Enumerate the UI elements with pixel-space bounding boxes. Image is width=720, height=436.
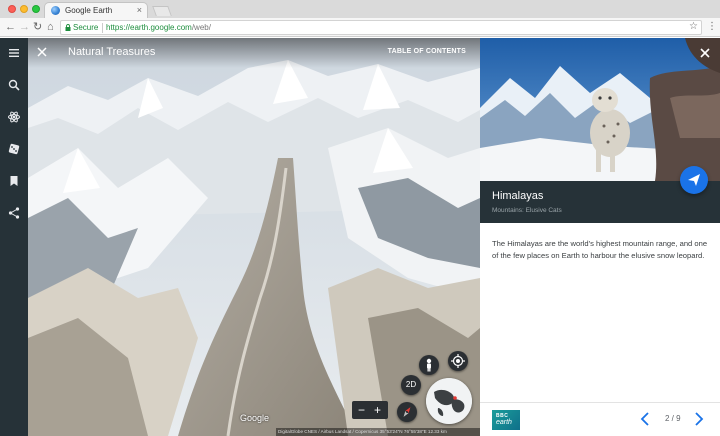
left-rail	[0, 38, 28, 436]
previous-page-chevron-icon[interactable]	[640, 412, 650, 426]
card-title: Himalayas	[492, 190, 544, 202]
google-earth-favicon-icon	[51, 6, 60, 15]
card-footer: BBC earth 2 / 9	[480, 402, 720, 436]
map-attribution: DigitalGlobe CNES / Airbus Landsat / Cop…	[276, 428, 480, 436]
fly-to-send-icon	[688, 174, 700, 186]
bookmark-icon[interactable]	[7, 174, 21, 188]
earth-map-view[interactable]: Natural Treasures TABLE OF CONTENTS 2D −…	[28, 38, 480, 436]
browser-tab-strip: Google Earth ×	[0, 0, 720, 18]
back-arrow-icon[interactable]: ←	[5, 19, 16, 35]
browser-tab[interactable]: Google Earth ×	[44, 2, 148, 18]
url-path: /web/	[191, 23, 211, 32]
menu-icon[interactable]	[7, 46, 21, 60]
search-icon[interactable]	[7, 78, 21, 92]
zoom-in-button[interactable]: +	[374, 402, 381, 418]
fly-to-button[interactable]	[680, 166, 708, 194]
card-subtitle: Mountains: Elusive Cats	[492, 207, 562, 214]
my-location-button[interactable]	[448, 351, 468, 371]
bbc-earth-logo[interactable]: BBC earth	[492, 410, 520, 430]
url-text[interactable]: https://earth.google.com/web/	[106, 23, 211, 32]
next-page-chevron-icon[interactable]	[694, 412, 704, 426]
zoom-control: − +	[352, 401, 388, 419]
bookmark-star-icon[interactable]: ☆	[689, 21, 698, 32]
globe-icon	[426, 378, 472, 424]
brand-bottom-label: earth	[496, 419, 512, 426]
minimize-window-button[interactable]	[20, 5, 28, 13]
voyager-icon[interactable]	[7, 110, 21, 124]
address-separator	[102, 23, 103, 33]
compass-button[interactable]	[397, 402, 417, 422]
story-title: Natural Treasures	[68, 46, 156, 58]
url-host: https://earth.google.com	[106, 23, 192, 32]
dice-icon[interactable]	[7, 142, 21, 156]
home-icon[interactable]: ⌂	[47, 19, 54, 35]
tab-title: Google Earth	[65, 6, 113, 15]
close-window-button[interactable]	[8, 5, 16, 13]
card-description: The Himalayas are the world's highest mo…	[492, 239, 708, 260]
globe-minimap[interactable]	[426, 378, 472, 424]
target-icon	[451, 354, 465, 368]
maximize-window-button[interactable]	[32, 5, 40, 13]
pegman-icon	[426, 358, 432, 372]
browser-menu-icon[interactable]: ⋮	[707, 20, 717, 34]
table-of-contents-button[interactable]: TABLE OF CONTENTS	[388, 48, 466, 55]
google-watermark: Google	[240, 413, 270, 423]
compass-icon	[403, 407, 411, 417]
browser-toolbar: ← → ↻ ⌂ Secure https://earth.google.com/…	[0, 18, 720, 37]
lock-icon	[65, 24, 71, 31]
reload-icon[interactable]: ↻	[33, 19, 42, 35]
toggle-2d-button[interactable]: 2D	[401, 375, 421, 395]
snow-leopard-hero-image	[480, 38, 720, 181]
new-tab-button[interactable]	[152, 6, 172, 16]
story-header: Natural Treasures TABLE OF CONTENTS	[28, 38, 480, 68]
tab-close-icon[interactable]: ×	[137, 5, 142, 15]
share-icon[interactable]	[7, 206, 21, 220]
page-indicator: 2 / 9	[665, 414, 681, 423]
close-card-icon[interactable]	[699, 47, 711, 59]
forward-arrow-icon[interactable]: →	[19, 19, 30, 35]
street-view-pegman-button[interactable]	[419, 355, 439, 375]
snow-leopard-photo	[480, 38, 720, 181]
address-bar[interactable]: Secure https://earth.google.com/web/ ☆	[60, 20, 702, 35]
knowledge-card: Himalayas Mountains: Elusive Cats The Hi…	[480, 38, 720, 436]
close-story-icon[interactable]	[36, 46, 48, 58]
zoom-out-button[interactable]: −	[358, 402, 365, 418]
secure-label: Secure	[73, 23, 99, 32]
